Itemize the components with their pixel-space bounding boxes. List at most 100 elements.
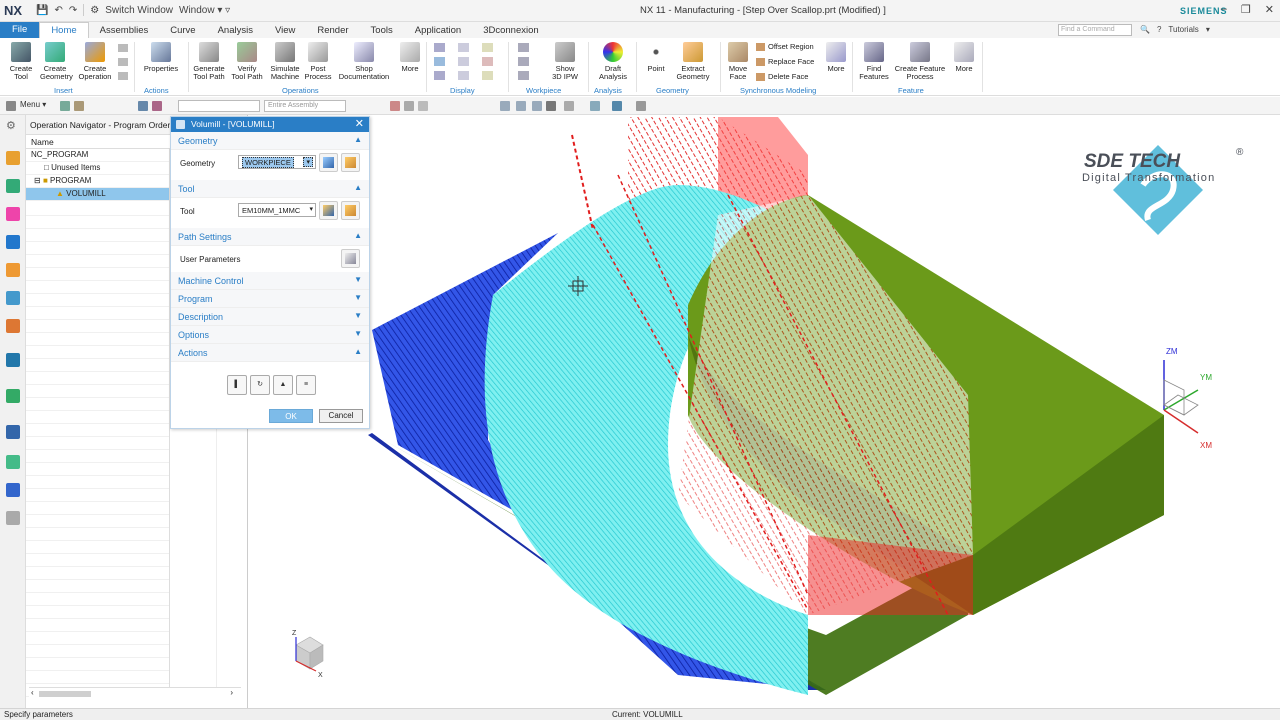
more-operations-button[interactable]: More <box>398 42 422 73</box>
display-icon-5[interactable] <box>458 57 469 66</box>
tab-view[interactable]: View <box>264 23 306 38</box>
properties-button[interactable]: Properties <box>142 42 180 73</box>
generate-icon[interactable]: ▌ <box>227 375 247 395</box>
delete-face-button[interactable]: Delete Face <box>756 72 808 81</box>
tab-application[interactable]: Application <box>404 23 472 38</box>
restore-icon[interactable]: ❐ <box>1241 3 1251 16</box>
offset-region-button[interactable]: Offset Region <box>756 42 814 51</box>
post-process-button[interactable]: Post Process <box>304 42 332 81</box>
user-parameters-button[interactable] <box>341 249 360 268</box>
layer-icon[interactable] <box>636 101 646 111</box>
tutorials-button[interactable]: Tutorials <box>1168 25 1198 34</box>
operation-navigator-icon[interactable] <box>6 235 20 249</box>
tab-assemblies[interactable]: Assemblies <box>89 23 160 38</box>
view-icon-1[interactable] <box>390 101 400 111</box>
display-icon-4[interactable] <box>458 43 469 52</box>
close-window-icon[interactable]: ✕ <box>1265 3 1274 16</box>
part-navigator-icon[interactable] <box>6 151 20 165</box>
machine-tool-navigator-icon[interactable] <box>6 263 20 277</box>
find-features-button[interactable]: Find Features <box>858 42 890 81</box>
verify-icon[interactable]: ▲ <box>273 375 293 395</box>
simulate-machine-button[interactable]: Simulate Machine <box>268 42 302 81</box>
tool-select[interactable]: EM10MM_1MMC ▾ <box>238 203 316 217</box>
roles-icon[interactable] <box>6 511 20 525</box>
display-icon-9[interactable] <box>482 71 493 80</box>
save-icon[interactable]: 💾 <box>36 5 48 16</box>
verify-tool-path-button[interactable]: Verify Tool Path <box>230 42 264 81</box>
view-icon-6[interactable] <box>532 101 542 111</box>
snap-icon[interactable] <box>138 101 148 111</box>
display-icon-6[interactable] <box>458 71 469 80</box>
tab-home[interactable]: Home <box>39 22 89 38</box>
history-icon[interactable] <box>6 353 20 367</box>
machining-feature-navigator-icon[interactable] <box>6 291 20 305</box>
display-icon-8[interactable] <box>482 57 493 66</box>
new-tool-button[interactable] <box>319 201 338 220</box>
draft-analysis-button[interactable]: Draft Analysis <box>596 42 630 81</box>
redo-icon[interactable]: ↷ <box>69 5 77 16</box>
close-icon[interactable]: ✕ <box>355 117 364 130</box>
tab-curve[interactable]: Curve <box>159 23 206 38</box>
view-icon-4[interactable] <box>500 101 510 111</box>
section-description[interactable]: Description ▼ <box>171 308 369 326</box>
graphics-viewport[interactable]: ZM YM XM Z X SDE TECH ® Digital Transfor… <box>248 115 1280 708</box>
edit-tool-button[interactable] <box>341 201 360 220</box>
select-icon[interactable] <box>60 101 70 111</box>
create-feature-process-button[interactable]: Create Feature Process <box>892 42 948 81</box>
display-icon-2[interactable] <box>434 57 445 66</box>
extract-geometry-button[interactable]: Extract Geometry <box>674 42 712 81</box>
search-icon[interactable]: 🔍 <box>1140 25 1150 34</box>
ok-button[interactable]: OK <box>269 409 313 423</box>
view-icon-3[interactable] <box>418 101 428 111</box>
workpiece-icon-2[interactable] <box>518 57 529 66</box>
section-machine-control[interactable]: Machine Control ▼ <box>171 272 369 290</box>
create-operation-button[interactable]: Create Operation <box>78 42 112 81</box>
type-filter-select[interactable] <box>178 100 260 112</box>
list-icon[interactable]: ≡ <box>296 375 316 395</box>
help-icon[interactable]: ? <box>1157 25 1161 34</box>
display-icon-7[interactable] <box>482 43 493 52</box>
constraint-navigator-icon[interactable] <box>6 207 20 221</box>
new-geometry-button[interactable] <box>319 153 338 172</box>
shade-icon[interactable] <box>612 101 622 111</box>
command-search-input[interactable]: Find a Command <box>1058 24 1132 36</box>
assembly-navigator-icon[interactable] <box>6 179 20 193</box>
small-tool-icon[interactable] <box>118 44 128 52</box>
workpiece-icon-3[interactable] <box>518 71 529 80</box>
history-clock-icon[interactable] <box>6 425 20 439</box>
show-3d-ipw-button[interactable]: Show 3D IPW <box>550 42 580 81</box>
reuse-library-icon[interactable] <box>6 319 20 333</box>
scroll-left-icon[interactable]: ‹ <box>31 688 34 697</box>
grid-icon[interactable] <box>564 101 574 111</box>
generate-tool-path-button[interactable]: Generate Tool Path <box>192 42 226 81</box>
small-tool-icon-3[interactable] <box>118 72 128 80</box>
more-feature-button[interactable]: More <box>952 42 976 73</box>
more-sync-button[interactable]: More <box>824 42 848 73</box>
workpiece-icon-1[interactable] <box>518 43 529 52</box>
move-face-button[interactable]: Move Face <box>726 42 750 81</box>
scroll-right-icon[interactable]: › <box>230 688 233 697</box>
rotate-icon[interactable] <box>546 101 556 111</box>
gear-icon[interactable]: ⚙ <box>6 119 20 133</box>
menu-button[interactable]: Menu ▾ <box>20 100 46 109</box>
minimize-icon[interactable]: – <box>1221 3 1227 16</box>
section-path-settings[interactable]: Path Settings ▲ <box>171 228 369 246</box>
display-icon-3[interactable] <box>434 71 445 80</box>
view-icon-2[interactable] <box>404 101 414 111</box>
replace-face-button[interactable]: Replace Face <box>756 57 814 66</box>
tab-render[interactable]: Render <box>306 23 359 38</box>
undo-icon[interactable]: ↶ <box>54 5 62 16</box>
section-tool[interactable]: Tool ▲ <box>171 180 369 198</box>
snap-icon-2[interactable] <box>152 101 162 111</box>
tab-3dconnexion[interactable]: 3Dconnexion <box>472 23 549 38</box>
menu-grid-icon[interactable] <box>6 101 16 111</box>
process-studio-icon[interactable] <box>6 483 20 497</box>
create-tool-button[interactable]: Create Tool <box>6 42 36 81</box>
filter-icon[interactable] <box>74 101 84 111</box>
assembly-filter-select[interactable]: Entire Assembly <box>264 100 346 112</box>
system-materials-icon[interactable] <box>6 455 20 469</box>
small-tool-icon-2[interactable] <box>118 58 128 66</box>
settings-icon[interactable]: ⚙ <box>90 5 99 16</box>
switch-window-button[interactable]: Switch Window <box>105 5 173 16</box>
section-actions[interactable]: Actions ▲ <box>171 344 369 362</box>
